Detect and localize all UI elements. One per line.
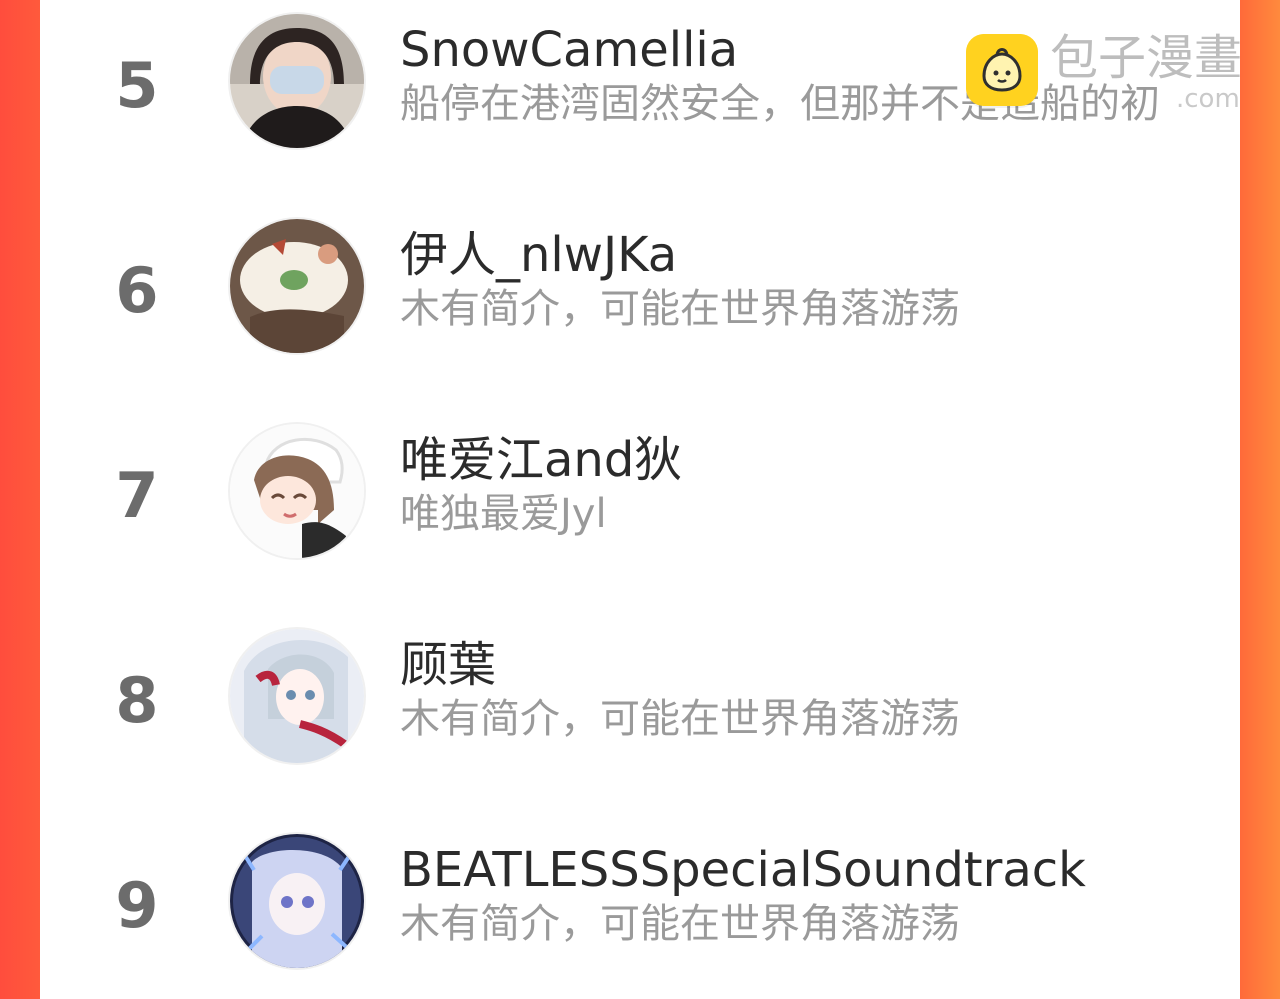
anime-avatar-icon — [230, 424, 364, 558]
watermark-text: 包子漫畫 — [1050, 30, 1243, 86]
user-bio: 木有简介，可能在世界角落游荡 — [400, 286, 960, 332]
rank-number: 9 — [115, 869, 159, 942]
ranking-row-6[interactable]: 6 伊人_nlwJKa 木有简介，可能在世界角落游荡 — [40, 205, 1240, 365]
rank-number: 5 — [115, 49, 159, 122]
anime-avatar-icon — [230, 629, 364, 763]
ranking-list: 5 SnowCamellia 船停在港湾固然安全，但那并不是造船的初 6 伊人_… — [40, 0, 1240, 999]
avatar[interactable] — [230, 629, 364, 763]
user-name[interactable]: 唯爱江and狄 — [400, 436, 682, 484]
user-name[interactable]: 伊人_nlwJKa — [400, 231, 677, 279]
user-bio: 木有简介，可能在世界角落游荡 — [400, 696, 960, 742]
avatar[interactable] — [230, 219, 364, 353]
user-name[interactable]: BEATLESSSpecialSoundtrack — [400, 846, 1086, 894]
avatar[interactable] — [230, 14, 364, 148]
ranking-row-7[interactable]: 7 唯爱江and狄 唯独最爱Jyl — [40, 410, 1240, 570]
bun-mascot-icon — [966, 34, 1038, 106]
bun-mascot-icon — [966, 34, 1038, 106]
watermark-subtext: .com — [1176, 84, 1240, 114]
ranking-panel: 5 SnowCamellia 船停在港湾固然安全，但那并不是造船的初 6 伊人_… — [40, 0, 1240, 999]
avatar[interactable] — [230, 834, 364, 968]
user-avatar-icon — [230, 14, 364, 148]
anime-avatar-icon — [230, 834, 364, 968]
avatar[interactable] — [230, 424, 364, 558]
user-name[interactable]: SnowCamellia — [400, 26, 738, 74]
ranking-page: 5 SnowCamellia 船停在港湾固然安全，但那并不是造船的初 6 伊人_… — [0, 0, 1280, 999]
rank-number: 6 — [115, 254, 159, 327]
ranking-row-8[interactable]: 8 顾葉 木有简介，可能在世界角落游荡 — [40, 615, 1240, 775]
watermark: 包子漫畫 .com — [966, 34, 1246, 112]
ranking-row-9[interactable]: 9 BEATLESSSpecialSoundtrack 木有简介，可能在世界角落… — [40, 820, 1240, 980]
rank-number: 8 — [115, 664, 159, 737]
cd-avatar-icon — [230, 219, 364, 353]
user-name[interactable]: 顾葉 — [400, 641, 496, 689]
user-bio: 木有简介，可能在世界角落游荡 — [400, 901, 960, 947]
rank-number: 7 — [115, 459, 159, 532]
user-bio: 唯独最爱Jyl — [400, 491, 607, 537]
